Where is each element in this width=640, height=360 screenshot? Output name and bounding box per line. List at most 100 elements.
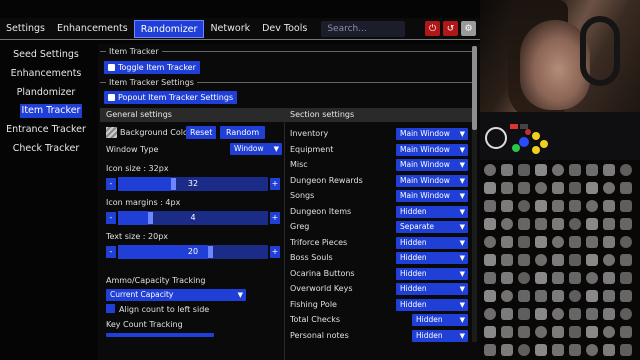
text-size-slider[interactable]: - 20 + bbox=[106, 245, 280, 259]
sidebar-item-item-tracker[interactable]: Item Tracker bbox=[20, 104, 82, 118]
random-color-button[interactable]: Random bbox=[220, 126, 266, 139]
section-display-select[interactable]: Main Window ▼ bbox=[396, 128, 468, 140]
c-right-button-icon bbox=[540, 140, 548, 148]
section-display-select[interactable]: Hidden ▼ bbox=[396, 283, 468, 295]
align-count-checkbox[interactable] bbox=[106, 304, 115, 313]
scrollbar-thumb[interactable] bbox=[472, 46, 477, 130]
search-input[interactable]: Search... bbox=[321, 21, 406, 37]
menu-dev-tools[interactable]: Dev Tools bbox=[256, 20, 313, 38]
reset-icon[interactable]: ↺ bbox=[443, 21, 458, 36]
item-icon bbox=[518, 164, 530, 176]
item-icon bbox=[603, 344, 615, 356]
reset-color-button[interactable]: Reset bbox=[186, 126, 217, 139]
power-icon[interactable]: ⏻ bbox=[425, 21, 440, 36]
section-display-select[interactable]: Hidden ▼ bbox=[412, 329, 468, 342]
item-icon bbox=[586, 254, 598, 266]
section-label: Overworld Keys bbox=[290, 284, 353, 293]
item-icon bbox=[484, 218, 496, 230]
background-color-swatch[interactable] bbox=[106, 127, 117, 138]
chevron-down-icon: ▼ bbox=[459, 192, 465, 200]
item-icon bbox=[484, 326, 496, 338]
b-button-icon bbox=[512, 144, 520, 152]
section-label: Dungeon Rewards bbox=[290, 175, 363, 185]
item-icon bbox=[518, 308, 530, 320]
item-tracker-panel: Item Tracker Toggle Item Tracker Item Tr… bbox=[98, 44, 480, 360]
item-icon bbox=[518, 182, 530, 194]
key-count-select[interactable] bbox=[106, 333, 214, 337]
icon-size-increment[interactable]: + bbox=[270, 178, 280, 190]
item-icon bbox=[552, 182, 564, 194]
item-icon bbox=[501, 344, 513, 356]
menu-enhancements[interactable]: Enhancements bbox=[51, 20, 134, 38]
main-scrollbar[interactable] bbox=[472, 46, 477, 342]
item-icon bbox=[501, 326, 513, 338]
menu-randomizer[interactable]: Randomizer bbox=[133, 20, 205, 38]
item-icon bbox=[603, 182, 615, 194]
gear-icon[interactable]: ⚙ bbox=[461, 21, 476, 36]
item-icon bbox=[501, 200, 513, 212]
item-icon bbox=[569, 326, 581, 338]
sidebar: Seed Settings Enhancements Plandomizer I… bbox=[0, 44, 92, 360]
section-label: Songs bbox=[290, 191, 315, 200]
sidebar-item-seed-settings[interactable]: Seed Settings bbox=[6, 48, 86, 62]
item-icon bbox=[569, 200, 581, 212]
section-display-select[interactable]: Hidden ▼ bbox=[396, 252, 468, 264]
section-display-select[interactable]: Hidden ▼ bbox=[412, 314, 468, 326]
section-display-select[interactable]: Main Window ▼ bbox=[396, 190, 468, 202]
item-icon bbox=[569, 272, 581, 284]
item-icon bbox=[603, 290, 615, 302]
section-display-select[interactable]: Separate ▼ bbox=[396, 221, 468, 233]
item-icon bbox=[501, 182, 513, 194]
window-type-select[interactable]: Window ▼ bbox=[230, 143, 282, 155]
section-label: Total Checks bbox=[290, 315, 341, 324]
icon-margins-slider[interactable]: - 4 + bbox=[106, 211, 280, 225]
section-display-select[interactable]: Main Window ▼ bbox=[396, 143, 468, 156]
icon-margins-decrement[interactable]: - bbox=[106, 212, 116, 224]
item-icon bbox=[569, 290, 581, 302]
icon-size-slider[interactable]: - 32 + bbox=[106, 177, 280, 191]
sidebar-item-enhancements[interactable]: Enhancements bbox=[6, 67, 86, 81]
section-display-select[interactable]: Main Window ▼ bbox=[396, 159, 468, 171]
app-root: Settings Enhancements Randomizer Network… bbox=[0, 0, 640, 360]
item-icon bbox=[518, 290, 530, 302]
section-display-select[interactable]: Hidden ▼ bbox=[396, 298, 468, 311]
text-size-track[interactable]: 20 bbox=[118, 245, 268, 259]
popout-settings-label: Popout Item Tracker Settings bbox=[118, 93, 234, 102]
icon-margins-increment[interactable]: + bbox=[270, 212, 280, 224]
section-display-value: Main Window bbox=[400, 175, 450, 185]
section-display-select[interactable]: Hidden ▼ bbox=[396, 267, 468, 280]
menu-network[interactable]: Network bbox=[204, 20, 256, 38]
item-icon bbox=[535, 344, 547, 356]
popout-settings-button[interactable]: Popout Item Tracker Settings bbox=[104, 91, 238, 104]
item-icon bbox=[620, 236, 632, 248]
c-up-button-icon bbox=[532, 132, 540, 140]
item-icon bbox=[586, 200, 598, 212]
section-label: Greg bbox=[290, 222, 310, 231]
item-icon bbox=[518, 344, 530, 356]
item-icon bbox=[501, 164, 513, 176]
section-label: Triforce Pieces bbox=[290, 237, 348, 247]
item-icon bbox=[518, 218, 530, 230]
section-display-value: Hidden bbox=[400, 268, 427, 278]
sidebar-item-plandomizer[interactable]: Plandomizer bbox=[6, 86, 86, 100]
text-size-increment[interactable]: + bbox=[270, 246, 280, 258]
icon-margins-track[interactable]: 4 bbox=[118, 211, 268, 225]
item-icon bbox=[484, 236, 496, 248]
icon-size-track[interactable]: 32 bbox=[118, 177, 268, 191]
general-settings-heading: General settings bbox=[106, 110, 172, 119]
section-display-select[interactable]: Hidden ▼ bbox=[396, 205, 468, 218]
section-display-select[interactable]: Hidden ▼ bbox=[396, 236, 468, 249]
ammo-capacity-select[interactable]: Current Capacity ▼ bbox=[106, 289, 246, 301]
icon-size-decrement[interactable]: - bbox=[106, 178, 116, 190]
item-icon bbox=[603, 164, 615, 176]
item-icon bbox=[569, 182, 581, 194]
sidebar-item-entrance-tracker[interactable]: Entrance Tracker bbox=[6, 123, 86, 137]
section-display-select[interactable]: Main Window ▼ bbox=[396, 174, 468, 187]
sidebar-item-check-tracker[interactable]: Check Tracker bbox=[6, 142, 86, 156]
text-size-decrement[interactable]: - bbox=[106, 246, 116, 258]
item-icon bbox=[620, 344, 632, 356]
toggle-item-tracker-button[interactable]: Toggle Item Tracker bbox=[104, 61, 200, 74]
menu-settings[interactable]: Settings bbox=[0, 20, 51, 38]
item-icon bbox=[535, 308, 547, 320]
item-icon bbox=[484, 182, 496, 194]
